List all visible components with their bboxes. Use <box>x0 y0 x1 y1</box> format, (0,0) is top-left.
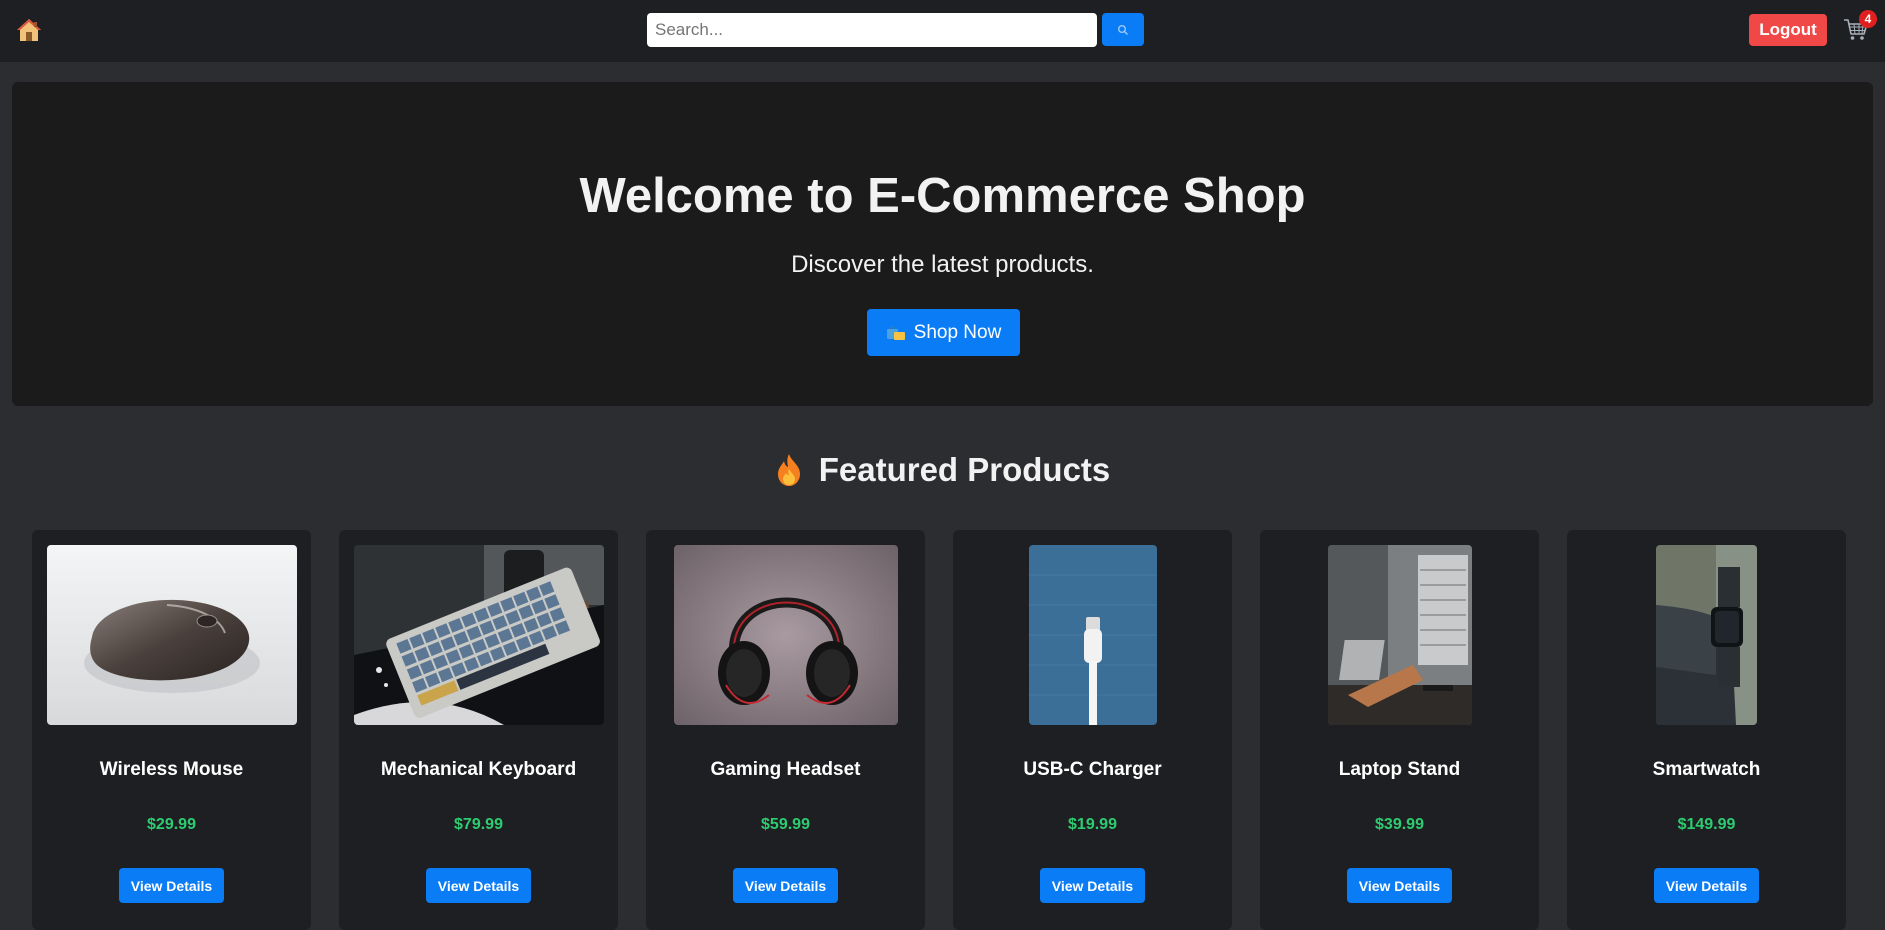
view-details-button[interactable]: View Details <box>1040 868 1145 903</box>
search-bar <box>647 13 1144 47</box>
shopping-bags-icon <box>886 325 905 340</box>
smartwatch-image[interactable] <box>1656 545 1757 725</box>
cart-button[interactable]: 4 <box>1843 10 1877 46</box>
featured-title: Featured Products <box>818 451 1111 488</box>
search-button[interactable] <box>1102 13 1144 46</box>
hero-subtitle: Discover the latest products. <box>791 251 1094 278</box>
product-price: $29.99 <box>147 816 196 833</box>
shop-now-button[interactable]: Shop Now <box>867 309 1020 356</box>
product-price: $79.99 <box>454 816 503 833</box>
view-details-button[interactable]: View Details <box>1347 868 1452 903</box>
product-name: USB-C Charger <box>1023 759 1162 780</box>
home-link[interactable] <box>14 15 44 45</box>
wireless-mouse-image[interactable] <box>47 545 297 725</box>
product-price: $149.99 <box>1677 816 1736 833</box>
product-card: USB-C Charger $19.99 View Details <box>953 530 1232 930</box>
product-card: Gaming Headset $59.99 View Details <box>646 530 925 930</box>
fire-icon <box>777 454 800 486</box>
product-card: Wireless Mouse $29.99 View Details <box>32 530 311 930</box>
product-card: Smartwatch $149.99 View Details <box>1567 530 1846 930</box>
view-details-button[interactable]: View Details <box>733 868 838 903</box>
cart-count-badge: 4 <box>1859 10 1877 28</box>
product-price: $39.99 <box>1375 816 1424 833</box>
view-details-button[interactable]: View Details <box>119 868 224 903</box>
search-input[interactable] <box>647 13 1097 47</box>
view-details-button[interactable]: View Details <box>426 868 531 903</box>
shop-now-label: Shop Now <box>913 321 1002 343</box>
usb-c-charger-image[interactable] <box>1029 545 1157 725</box>
product-name: Smartwatch <box>1652 759 1761 780</box>
product-price: $19.99 <box>1068 816 1117 833</box>
product-name: Gaming Headset <box>710 759 861 780</box>
product-name: Laptop Stand <box>1338 759 1461 780</box>
logout-button[interactable]: Logout <box>1749 14 1827 46</box>
view-details-button[interactable]: View Details <box>1654 868 1759 903</box>
product-card: Mechanical Keyboard $79.99 View Details <box>339 530 618 930</box>
hero-banner <box>12 82 1873 406</box>
mechanical-keyboard-image[interactable] <box>354 545 604 725</box>
featured-section-header: Featured Products <box>0 450 1885 490</box>
laptop-stand-image[interactable] <box>1328 545 1472 725</box>
product-card: Laptop Stand $39.99 View Details <box>1260 530 1539 930</box>
product-name: Wireless Mouse <box>99 759 244 780</box>
hero-title: Welcome to E-Commerce Shop <box>579 169 1306 223</box>
product-price: $59.99 <box>761 816 810 833</box>
product-grid: Wireless Mouse $29.99 View Details Mecha… <box>32 530 1855 930</box>
house-icon <box>17 19 41 41</box>
search-icon <box>1118 24 1128 35</box>
navbar: Logout 4 <box>0 0 1885 62</box>
gaming-headset-image[interactable] <box>674 545 898 725</box>
product-name: Mechanical Keyboard <box>380 759 577 780</box>
